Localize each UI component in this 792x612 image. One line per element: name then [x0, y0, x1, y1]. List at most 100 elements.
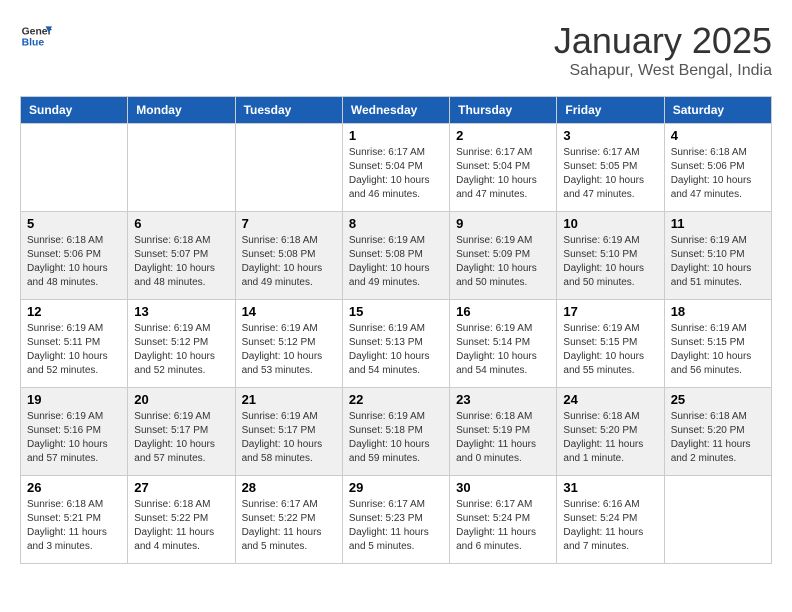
title-block: January 2025 Sahapur, West Bengal, India	[554, 20, 772, 80]
day-number: 2	[456, 128, 550, 143]
day-info: Sunrise: 6:19 AM Sunset: 5:17 PM Dayligh…	[242, 410, 336, 466]
calendar-cell: 2 Sunrise: 6:17 AM Sunset: 5:04 PM Daylig…	[450, 124, 557, 212]
day-number: 18	[671, 304, 765, 319]
calendar-cell: 29 Sunrise: 6:17 AM Sunset: 5:23 PM Dayli…	[342, 476, 449, 564]
day-info: Sunrise: 6:18 AM Sunset: 5:07 PM Dayligh…	[134, 234, 228, 290]
day-info: Sunrise: 6:19 AM Sunset: 5:12 PM Dayligh…	[242, 322, 336, 378]
calendar-cell: 24Sunrise: 6:18 AM Sunset: 5:20 PM Dayli…	[557, 388, 664, 476]
page-header: General Blue January 2025 Sahapur, West …	[20, 20, 772, 80]
day-number: 3	[563, 128, 657, 143]
day-number: 25	[671, 392, 765, 407]
day-number: 4	[671, 128, 765, 143]
logo-icon: General Blue	[20, 20, 52, 52]
day-number: 13	[134, 304, 228, 319]
calendar-week-row: 19 Sunrise: 6:19 AM Sunset: 5:16 PM Dayli…	[21, 388, 772, 476]
day-info: Sunrise: 6:19 AM Sunset: 5:18 PM Dayligh…	[349, 410, 443, 466]
calendar-week-row: 1 Sunrise: 6:17 AM Sunset: 5:04 PM Daylig…	[21, 124, 772, 212]
column-header-wednesday: Wednesday	[342, 97, 449, 124]
day-info: Sunrise: 6:17 AM Sunset: 5:04 PM Dayligh…	[456, 146, 550, 202]
calendar-cell: 20Sunrise: 6:19 AM Sunset: 5:17 PM Dayli…	[128, 388, 235, 476]
calendar-cell: 10 Sunrise: 6:19 AM Sunset: 5:10 PM Dayli…	[557, 212, 664, 300]
day-info: Sunrise: 6:18 AM Sunset: 5:08 PM Dayligh…	[242, 234, 336, 290]
day-info: Sunrise: 6:19 AM Sunset: 5:16 PM Dayligh…	[27, 410, 121, 466]
calendar-cell: 25 Sunrise: 6:18 AM Sunset: 5:20 PM Dayli…	[664, 388, 771, 476]
day-number: 6	[134, 216, 228, 231]
day-number: 23	[456, 392, 550, 407]
day-number: 11	[671, 216, 765, 231]
day-number: 16	[456, 304, 550, 319]
day-info: Sunrise: 6:18 AM Sunset: 5:06 PM Dayligh…	[27, 234, 121, 290]
calendar-cell: 22 Sunrise: 6:19 AM Sunset: 5:18 PM Dayli…	[342, 388, 449, 476]
day-number: 8	[349, 216, 443, 231]
calendar-table: SundayMondayTuesdayWednesdayThursdayFrid…	[20, 96, 772, 564]
svg-text:Blue: Blue	[22, 38, 45, 49]
column-header-monday: Monday	[128, 97, 235, 124]
day-info: Sunrise: 6:18 AM Sunset: 5:21 PM Dayligh…	[27, 498, 121, 554]
column-header-saturday: Saturday	[664, 97, 771, 124]
day-info: Sunrise: 6:19 AM Sunset: 5:13 PM Dayligh…	[349, 322, 443, 378]
day-number: 1	[349, 128, 443, 143]
column-header-tuesday: Tuesday	[235, 97, 342, 124]
day-info: Sunrise: 6:19 AM Sunset: 5:15 PM Dayligh…	[563, 322, 657, 378]
calendar-cell	[21, 124, 128, 212]
calendar-week-row: 5Sunrise: 6:18 AM Sunset: 5:06 PM Daylig…	[21, 212, 772, 300]
logo: General Blue	[20, 20, 52, 52]
day-info: Sunrise: 6:19 AM Sunset: 5:15 PM Dayligh…	[671, 322, 765, 378]
calendar-cell: 19 Sunrise: 6:19 AM Sunset: 5:16 PM Dayli…	[21, 388, 128, 476]
day-info: Sunrise: 6:16 AM Sunset: 5:24 PM Dayligh…	[563, 498, 657, 554]
calendar-cell: 17 Sunrise: 6:19 AM Sunset: 5:15 PM Dayli…	[557, 300, 664, 388]
calendar-cell: 13 Sunrise: 6:19 AM Sunset: 5:12 PM Dayli…	[128, 300, 235, 388]
calendar-cell: 6 Sunrise: 6:18 AM Sunset: 5:07 PM Daylig…	[128, 212, 235, 300]
column-header-thursday: Thursday	[450, 97, 557, 124]
day-info: Sunrise: 6:19 AM Sunset: 5:11 PM Dayligh…	[27, 322, 121, 378]
day-info: Sunrise: 6:17 AM Sunset: 5:05 PM Dayligh…	[563, 146, 657, 202]
calendar-cell: 4 Sunrise: 6:18 AM Sunset: 5:06 PM Daylig…	[664, 124, 771, 212]
day-number: 7	[242, 216, 336, 231]
day-info: Sunrise: 6:19 AM Sunset: 5:08 PM Dayligh…	[349, 234, 443, 290]
day-number: 27	[134, 480, 228, 495]
day-info: Sunrise: 6:17 AM Sunset: 5:22 PM Dayligh…	[242, 498, 336, 554]
day-number: 10	[563, 216, 657, 231]
day-info: Sunrise: 6:18 AM Sunset: 5:22 PM Dayligh…	[134, 498, 228, 554]
day-info: Sunrise: 6:19 AM Sunset: 5:10 PM Dayligh…	[563, 234, 657, 290]
day-number: 22	[349, 392, 443, 407]
day-number: 20	[134, 392, 228, 407]
day-number: 9	[456, 216, 550, 231]
calendar-cell: 30 Sunrise: 6:17 AM Sunset: 5:24 PM Dayli…	[450, 476, 557, 564]
day-number: 19	[27, 392, 121, 407]
calendar-cell	[128, 124, 235, 212]
day-info: Sunrise: 6:19 AM Sunset: 5:09 PM Dayligh…	[456, 234, 550, 290]
day-number: 29	[349, 480, 443, 495]
column-header-sunday: Sunday	[21, 97, 128, 124]
calendar-cell: 11Sunrise: 6:19 AM Sunset: 5:10 PM Dayli…	[664, 212, 771, 300]
day-info: Sunrise: 6:18 AM Sunset: 5:20 PM Dayligh…	[671, 410, 765, 466]
day-info: Sunrise: 6:17 AM Sunset: 5:23 PM Dayligh…	[349, 498, 443, 554]
day-number: 30	[456, 480, 550, 495]
location-subtitle: Sahapur, West Bengal, India	[554, 62, 772, 80]
calendar-cell: 26 Sunrise: 6:18 AM Sunset: 5:21 PM Dayli…	[21, 476, 128, 564]
calendar-cell: 21 Sunrise: 6:19 AM Sunset: 5:17 PM Dayli…	[235, 388, 342, 476]
day-info: Sunrise: 6:19 AM Sunset: 5:14 PM Dayligh…	[456, 322, 550, 378]
calendar-cell: 18 Sunrise: 6:19 AM Sunset: 5:15 PM Dayli…	[664, 300, 771, 388]
day-info: Sunrise: 6:18 AM Sunset: 5:19 PM Dayligh…	[456, 410, 550, 466]
calendar-cell: 23 Sunrise: 6:18 AM Sunset: 5:19 PM Dayli…	[450, 388, 557, 476]
day-number: 28	[242, 480, 336, 495]
day-number: 14	[242, 304, 336, 319]
day-number: 21	[242, 392, 336, 407]
day-info: Sunrise: 6:17 AM Sunset: 5:24 PM Dayligh…	[456, 498, 550, 554]
day-number: 26	[27, 480, 121, 495]
calendar-cell: 16 Sunrise: 6:19 AM Sunset: 5:14 PM Dayli…	[450, 300, 557, 388]
day-number: 17	[563, 304, 657, 319]
calendar-week-row: 12Sunrise: 6:19 AM Sunset: 5:11 PM Dayli…	[21, 300, 772, 388]
day-info: Sunrise: 6:19 AM Sunset: 5:12 PM Dayligh…	[134, 322, 228, 378]
calendar-cell: 27 Sunrise: 6:18 AM Sunset: 5:22 PM Dayli…	[128, 476, 235, 564]
calendar-cell: 1Sunrise: 6:17 AM Sunset: 5:04 PM Daylig…	[342, 124, 449, 212]
calendar-cell: 9 Sunrise: 6:19 AM Sunset: 5:09 PM Daylig…	[450, 212, 557, 300]
calendar-cell	[664, 476, 771, 564]
calendar-cell: 15 Sunrise: 6:19 AM Sunset: 5:13 PM Dayli…	[342, 300, 449, 388]
calendar-cell: 7 Sunrise: 6:18 AM Sunset: 5:08 PM Daylig…	[235, 212, 342, 300]
day-number: 15	[349, 304, 443, 319]
day-info: Sunrise: 6:18 AM Sunset: 5:06 PM Dayligh…	[671, 146, 765, 202]
calendar-cell: 12Sunrise: 6:19 AM Sunset: 5:11 PM Dayli…	[21, 300, 128, 388]
calendar-cell: 8 Sunrise: 6:19 AM Sunset: 5:08 PM Daylig…	[342, 212, 449, 300]
